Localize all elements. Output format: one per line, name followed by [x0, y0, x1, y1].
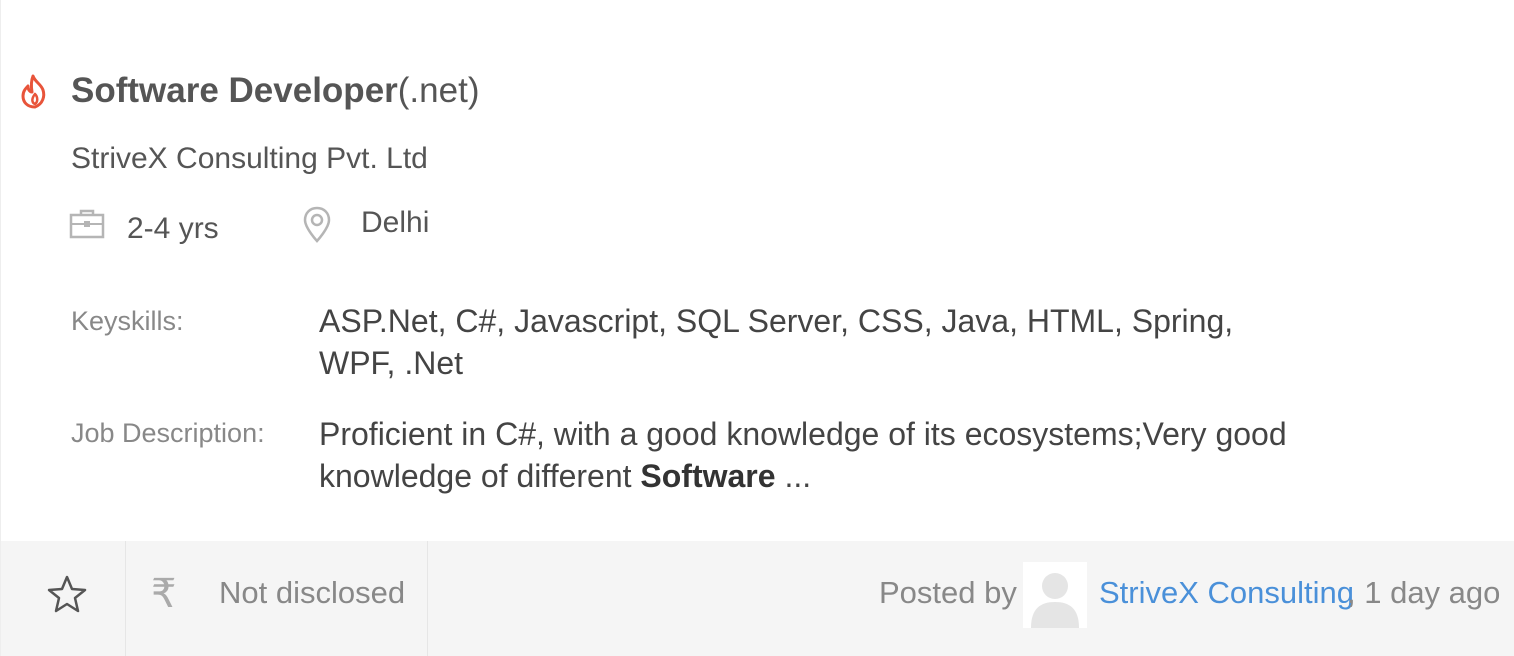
salary-value: Not disclosed [219, 575, 406, 610]
footer-divider [125, 541, 126, 656]
company-name[interactable]: StriveX Consulting Pvt. Ltd [71, 140, 428, 178]
keyskills-value: ASP.Net, C#, Javascript, SQL Server, CSS… [319, 303, 1234, 381]
location-value: Delhi [361, 206, 430, 239]
star-icon[interactable] [47, 574, 87, 614]
posted-time: , 1 day ago [1347, 575, 1501, 610]
map-pin-icon [303, 206, 331, 243]
job-description-ellipsis: ... [775, 458, 812, 494]
job-title: Software Developer [71, 71, 398, 110]
keyskills-label: Keyskills: [71, 306, 184, 336]
flame-icon [21, 74, 46, 109]
rupee-icon: ₹ [151, 572, 177, 616]
job-card[interactable]: Software Developer(.net) StriveX Consult… [0, 0, 1514, 656]
job-description-label: Job Description: [71, 418, 265, 448]
experience-value: 2-4 yrs [127, 212, 219, 245]
posted-by-label: Posted by [879, 575, 1017, 610]
briefcase-icon [69, 209, 105, 239]
user-avatar [1023, 562, 1087, 628]
poster-name-link[interactable]: StriveX Consulting [1099, 574, 1354, 612]
job-description-highlight: Software [640, 458, 776, 494]
job-title-link[interactable]: Software Developer(.net) [71, 68, 479, 114]
job-title-suffix: (.net) [397, 71, 480, 110]
footer-divider [427, 541, 428, 656]
job-description-value: Proficient in C#, with a good knowledge … [319, 413, 1309, 497]
